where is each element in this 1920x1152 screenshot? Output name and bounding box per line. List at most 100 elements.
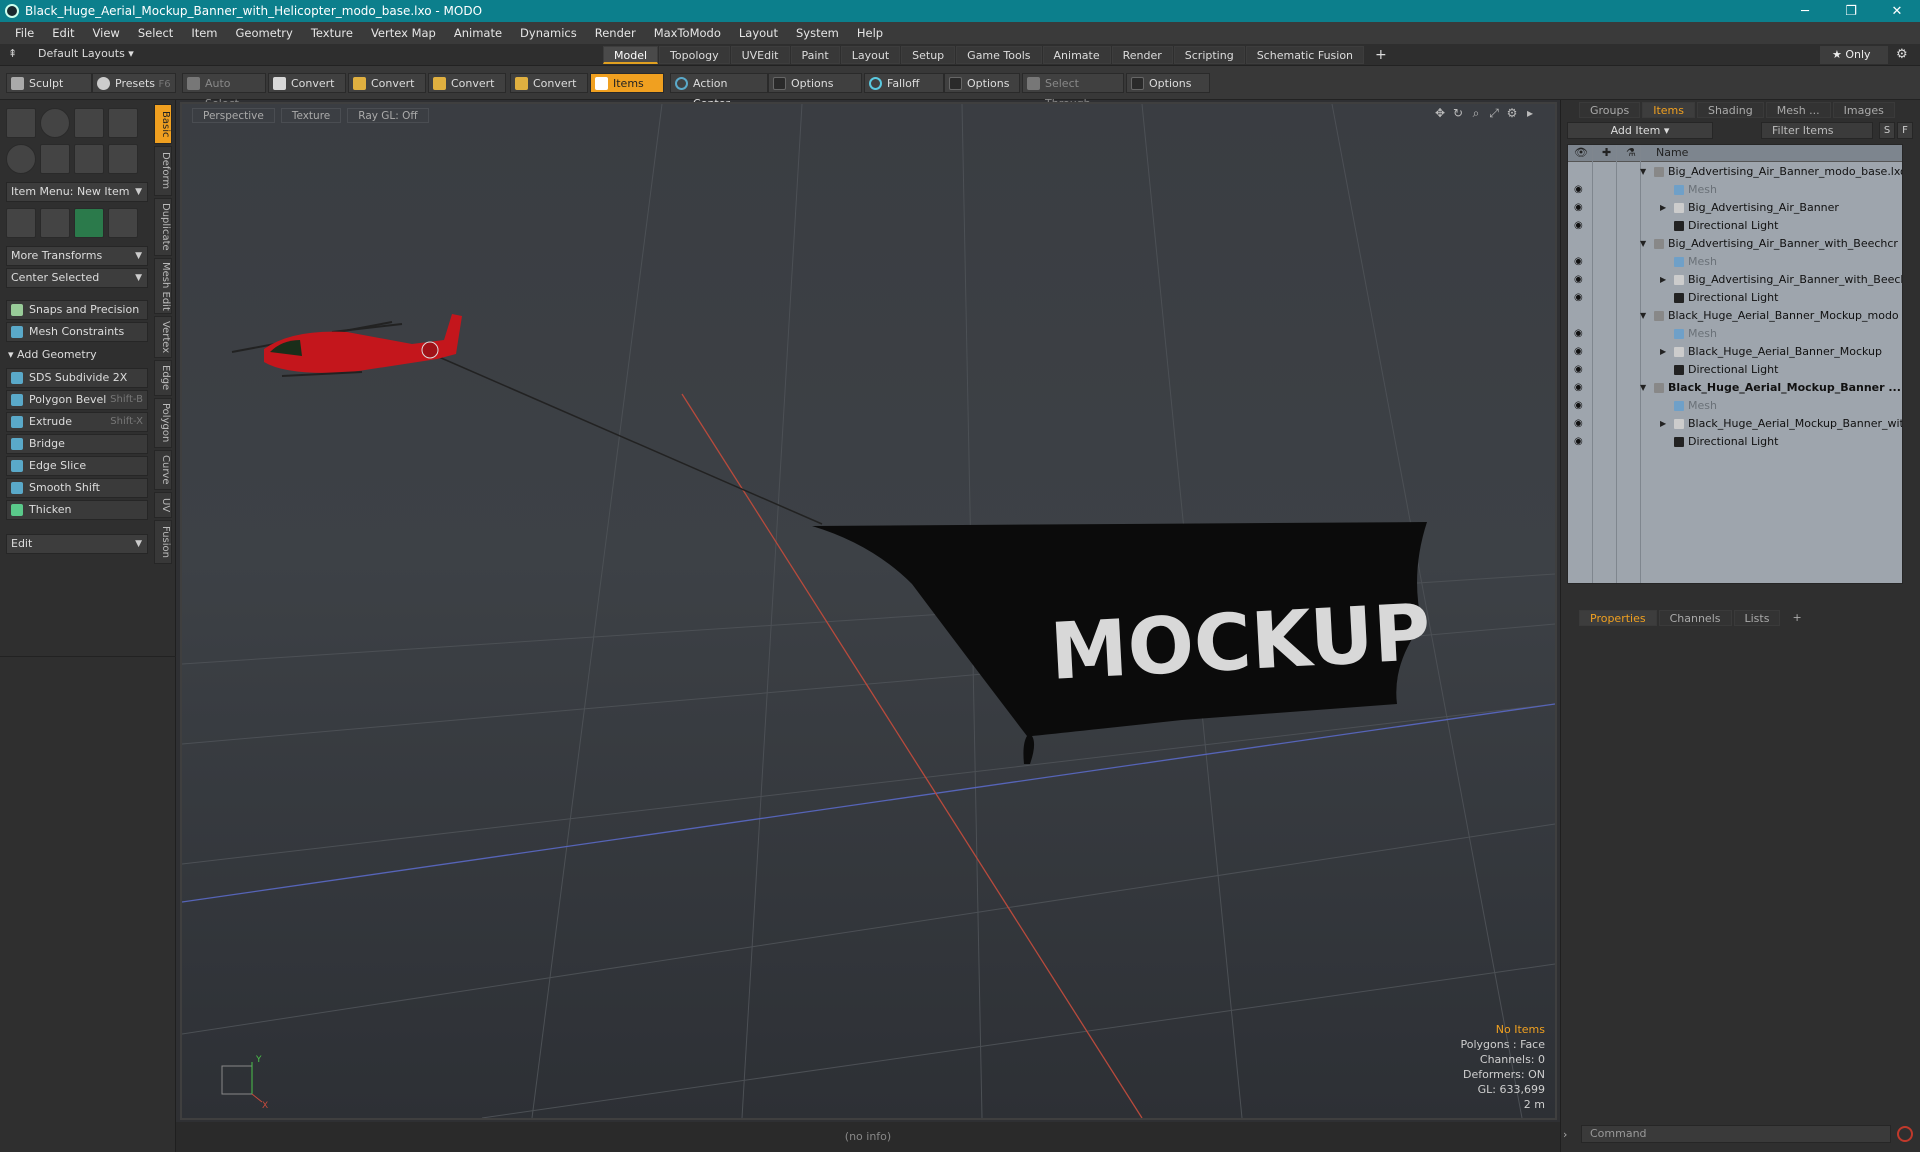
polygon-bevel-button[interactable]: Polygon Bevel Shift-B: [6, 390, 148, 410]
items-mode-button[interactable]: Items: [590, 73, 664, 93]
vtab-mesh-edit[interactable]: Mesh Edit: [154, 258, 172, 314]
add-prop-tab-button[interactable]: +: [1782, 610, 1811, 626]
list-item[interactable]: ◉ Directional Light: [1568, 217, 1902, 235]
cube-primitive-icon[interactable]: [6, 108, 36, 138]
zoom-icon[interactable]: ⌕: [1467, 106, 1485, 124]
default-layouts-dropdown[interactable]: Default Layouts ▾: [38, 47, 134, 60]
convert-button-2[interactable]: Convert: [348, 73, 426, 93]
lock-icon[interactable]: ✚: [1602, 146, 1611, 159]
name-column-header[interactable]: Name: [1656, 146, 1688, 159]
tab-lists[interactable]: Lists: [1733, 610, 1781, 626]
tab-layout[interactable]: Layout: [840, 46, 901, 64]
tab-uvedit[interactable]: UVEdit: [730, 46, 790, 64]
center-selected-dropdown[interactable]: Center Selected ▼: [6, 268, 148, 288]
tab-animate[interactable]: Animate: [1042, 46, 1111, 64]
menu-texture[interactable]: Texture: [302, 22, 362, 44]
options-button-3[interactable]: Options: [1126, 73, 1210, 93]
expand-triangle-icon[interactable]: ▶: [1660, 199, 1666, 217]
3d-viewport[interactable]: MOCKUP Y X Perspective Texture Ray GL: O…: [180, 102, 1557, 1120]
cone-primitive-icon[interactable]: [108, 108, 138, 138]
expand-triangle-icon[interactable]: ▶: [1660, 415, 1666, 433]
menu-select[interactable]: Select: [129, 22, 182, 44]
visibility-eye-icon[interactable]: ◉: [1574, 328, 1586, 340]
list-item[interactable]: ◉ ▶ Big_Advertising_Air_Banner: [1568, 199, 1902, 217]
restore-button[interactable]: ❐: [1828, 0, 1874, 22]
menu-vertex-map[interactable]: Vertex Map: [362, 22, 445, 44]
tab-properties[interactable]: Properties: [1579, 610, 1657, 626]
expand-triangle-icon[interactable]: ▼: [1640, 379, 1646, 397]
tab-schematic-fusion[interactable]: Schematic Fusion: [1245, 46, 1365, 64]
vtab-vertex[interactable]: Vertex: [154, 316, 172, 358]
vtab-deform[interactable]: Deform: [154, 146, 172, 196]
list-item[interactable]: ◉ Mesh: [1568, 325, 1902, 343]
tab-shading[interactable]: Shading: [1697, 102, 1764, 118]
expand-triangle-icon[interactable]: ▶: [1660, 271, 1666, 289]
list-item[interactable]: ◉ ▶ Black_Huge_Aerial_Banner_Mockup: [1568, 343, 1902, 361]
tab-groups[interactable]: Groups: [1579, 102, 1641, 118]
vtab-basic[interactable]: Basic: [154, 104, 172, 144]
tab-paint[interactable]: Paint: [790, 46, 840, 64]
tab-game-tools[interactable]: Game Tools: [956, 46, 1042, 64]
menu-edit[interactable]: Edit: [43, 22, 83, 44]
smooth-shift-button[interactable]: Smooth Shift: [6, 478, 148, 498]
menu-item[interactable]: Item: [182, 22, 226, 44]
menu-view[interactable]: View: [84, 22, 129, 44]
menu-system[interactable]: System: [787, 22, 848, 44]
vtab-duplicate[interactable]: Duplicate: [154, 198, 172, 256]
list-item[interactable]: ◉ ▼ Black_Huge_Aerial_Mockup_Banner ...: [1568, 379, 1902, 397]
menu-maxtomodo[interactable]: MaxToModo: [645, 22, 730, 44]
visibility-eye-icon[interactable]: ◉: [1574, 346, 1586, 358]
layout-arrow-icon[interactable]: ⇞: [8, 47, 17, 60]
extrude-button[interactable]: Extrude Shift-X: [6, 412, 148, 432]
vtab-uv[interactable]: UV: [154, 492, 172, 518]
minimize-button[interactable]: ─: [1782, 0, 1828, 22]
options-button-2[interactable]: Options: [944, 73, 1020, 93]
thicken-button[interactable]: Thicken: [6, 500, 148, 520]
expand-arrow-icon[interactable]: ▸: [1521, 106, 1539, 124]
list-item[interactable]: ◉ Directional Light: [1568, 433, 1902, 451]
list-item[interactable]: ◉ Mesh: [1568, 181, 1902, 199]
viewport-gear-icon[interactable]: ⚙: [1503, 106, 1521, 124]
edge-slice-button[interactable]: Edge Slice: [6, 456, 148, 476]
locator-icon[interactable]: [6, 208, 36, 238]
text-tool-icon[interactable]: [108, 144, 138, 174]
bridge-button[interactable]: Bridge: [6, 434, 148, 454]
vtab-polygon[interactable]: Polygon: [154, 398, 172, 448]
visibility-eye-icon[interactable]: ◉: [1574, 202, 1586, 214]
light-icon[interactable]: [108, 208, 138, 238]
menu-geometry[interactable]: Geometry: [227, 22, 302, 44]
list-item[interactable]: ◉ ▶ Big_Advertising_Air_Banner_with_Beech.…: [1568, 271, 1902, 289]
tab-render[interactable]: Render: [1111, 46, 1173, 64]
falloff-button[interactable]: Falloff: [864, 73, 944, 93]
close-button[interactable]: ✕: [1874, 0, 1920, 22]
reference-icon[interactable]: ⚗: [1626, 146, 1636, 159]
raygl-dropdown[interactable]: Ray GL: Off: [347, 108, 429, 123]
cylinder-primitive-icon[interactable]: [74, 108, 104, 138]
add-item-dropdown[interactable]: Add Item ▾: [1567, 122, 1713, 139]
list-item[interactable]: ▼ Big_Advertising_Air_Banner_with_Beechcr…: [1568, 235, 1902, 253]
menu-layout[interactable]: Layout: [730, 22, 787, 44]
presets-button[interactable]: Presets F6: [92, 73, 176, 93]
select-through-button[interactable]: Select Through: [1022, 73, 1124, 110]
visibility-eye-icon[interactable]: ◉: [1574, 436, 1586, 448]
s-toggle[interactable]: S: [1879, 122, 1895, 139]
tab-images[interactable]: Images: [1832, 102, 1895, 118]
list-item[interactable]: ◉ Directional Light: [1568, 289, 1902, 307]
maximize-icon[interactable]: ⤢: [1485, 106, 1503, 124]
command-input[interactable]: Command: [1581, 1125, 1891, 1143]
menu-dynamics[interactable]: Dynamics: [511, 22, 586, 44]
list-item[interactable]: ▼ Black_Huge_Aerial_Banner_Mockup_modo ..…: [1568, 307, 1902, 325]
menu-help[interactable]: Help: [848, 22, 892, 44]
action-center-button[interactable]: Action Center: [670, 73, 768, 110]
only-toggle[interactable]: ★ Only: [1820, 46, 1888, 64]
vtab-edge[interactable]: Edge: [154, 360, 172, 396]
visibility-eye-icon[interactable]: ◉: [1574, 400, 1586, 412]
rotate-icon[interactable]: ↻: [1449, 106, 1467, 124]
visibility-eye-icon[interactable]: 👁: [1574, 146, 1588, 159]
more-transforms-dropdown[interactable]: More Transforms ▼: [6, 246, 148, 266]
tab-mesh[interactable]: Mesh ...: [1765, 102, 1831, 118]
expand-triangle-icon[interactable]: ▼: [1640, 235, 1646, 253]
list-item[interactable]: ◉ ▶ Black_Huge_Aerial_Mockup_Banner_wit ..…: [1568, 415, 1902, 433]
visibility-eye-icon[interactable]: ◉: [1574, 364, 1586, 376]
expand-triangle-icon[interactable]: ▼: [1640, 163, 1646, 181]
